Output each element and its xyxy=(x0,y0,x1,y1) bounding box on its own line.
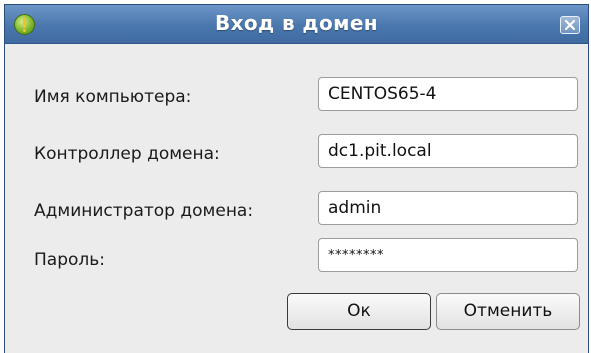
domain-controller-field[interactable] xyxy=(318,134,578,168)
domain-login-dialog: Вход в домен Имя компьютера: Контроллер … xyxy=(4,4,589,353)
cancel-button[interactable]: Отменить xyxy=(436,293,580,330)
computer-name-label: Имя компьютера: xyxy=(34,87,192,107)
domain-admin-field[interactable] xyxy=(318,191,578,225)
close-icon xyxy=(564,19,576,31)
password-label: Пароль: xyxy=(34,250,106,270)
dialog-title: Вход в домен xyxy=(214,11,379,35)
domain-controller-label: Контроллер домена: xyxy=(34,144,220,164)
title-bar[interactable]: Вход в домен xyxy=(5,5,588,44)
domain-admin-label: Администратор домена: xyxy=(34,201,254,221)
ok-button[interactable]: Ок xyxy=(287,293,431,330)
close-button[interactable] xyxy=(560,16,580,34)
computer-name-field[interactable] xyxy=(318,77,578,111)
password-field[interactable] xyxy=(318,238,578,272)
